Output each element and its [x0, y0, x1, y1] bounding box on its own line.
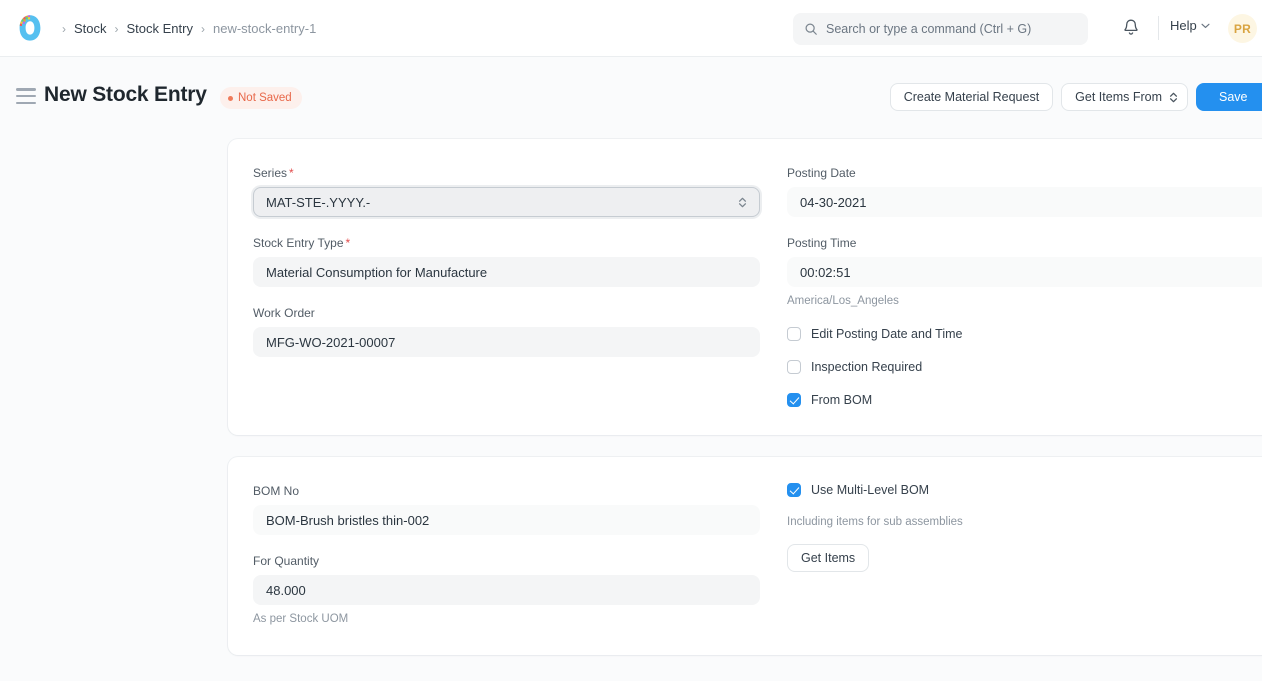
search-input[interactable] — [826, 22, 1076, 36]
field-posting-time: Posting Time 00:02:51 America/Los_Angele… — [787, 235, 1262, 309]
help-label: Help — [1170, 18, 1197, 33]
form-section-details: Series* MAT-STE-.YYYY.- — [228, 139, 1262, 435]
get-items-from-dropdown[interactable]: Get Items From — [1061, 83, 1188, 111]
global-search[interactable] — [793, 13, 1088, 45]
page-header: New Stock Entry Not Saved Create Materia… — [0, 57, 1262, 136]
chevron-updown-icon — [1169, 92, 1178, 103]
field-series: Series* MAT-STE-.YYYY.- — [253, 165, 760, 217]
bom-no-input[interactable]: BOM-Brush bristles thin-002 — [253, 505, 760, 535]
checkbox-label: From BOM — [811, 393, 872, 407]
field-for-quantity-label: For Quantity — [253, 553, 760, 569]
breadcrumb: › Stock › Stock Entry › new-stock-entry-… — [54, 0, 316, 57]
field-for-quantity: For Quantity 48.000 As per Stock UOM — [253, 553, 760, 627]
checkbox-box-icon — [787, 360, 801, 374]
field-posting-time-label: Posting Time — [787, 235, 1262, 251]
checkbox-from-bom[interactable]: From BOM — [787, 393, 1262, 407]
checkbox-edit-posting-date-and-time[interactable]: Edit Posting Date and Time — [787, 327, 1262, 341]
notifications-button[interactable] — [1120, 17, 1142, 39]
required-asterisk: * — [346, 236, 351, 250]
breadcrumb-separator-0: › — [54, 22, 74, 36]
for-quantity-value: 48.000 — [266, 583, 306, 598]
user-avatar[interactable]: PR — [1228, 14, 1257, 43]
status-dot-icon — [228, 96, 233, 101]
checkbox-label: Use Multi-Level BOM — [811, 483, 929, 497]
for-quantity-input[interactable]: 48.000 — [253, 575, 760, 605]
posting-time-value: 00:02:51 — [800, 265, 851, 280]
breadcrumb-item-current: new-stock-entry-1 — [213, 21, 316, 36]
form-area: Series* MAT-STE-.YYYY.- — [228, 139, 1262, 677]
section1-right-column: Posting Date 04-30-2021 Posting Time 00:… — [787, 165, 1262, 407]
section1-checkbox-group: Edit Posting Date and Time Inspection Re… — [787, 327, 1262, 407]
field-posting-date-label: Posting Date — [787, 165, 1262, 181]
checkbox-box-icon — [787, 327, 801, 341]
field-series-label: Series* — [253, 165, 760, 181]
breadcrumb-item-stock[interactable]: Stock — [74, 21, 107, 36]
work-order-value: MFG-WO-2021-00007 — [266, 335, 395, 350]
status-badge[interactable]: Not Saved — [220, 87, 302, 109]
status-badge-label: Not Saved — [238, 92, 292, 104]
field-bom-no: BOM No BOM-Brush bristles thin-002 — [253, 483, 760, 535]
breadcrumb-separator-2: › — [193, 22, 213, 36]
series-select[interactable]: MAT-STE-.YYYY.- — [253, 187, 760, 217]
for-quantity-description: As per Stock UOM — [253, 611, 760, 627]
form-section-bom: BOM No BOM-Brush bristles thin-002 For Q… — [228, 457, 1262, 655]
create-material-request-button[interactable]: Create Material Request — [890, 83, 1053, 111]
save-button[interactable]: Save — [1196, 83, 1262, 111]
breadcrumb-separator-1: › — [107, 22, 127, 36]
field-stock-entry-type-label: Stock Entry Type* — [253, 235, 760, 251]
section2-left-column: BOM No BOM-Brush bristles thin-002 For Q… — [253, 483, 760, 627]
section1-left-column: Series* MAT-STE-.YYYY.- — [253, 165, 760, 407]
help-menu-button[interactable]: Help — [1170, 18, 1210, 33]
checkbox-inspection-required[interactable]: Inspection Required — [787, 360, 1262, 374]
field-work-order-label: Work Order — [253, 305, 760, 321]
hamburger-icon[interactable] — [16, 88, 36, 104]
section2-right-column: Use Multi-Level BOM Including items for … — [787, 483, 1262, 627]
frappe-logo[interactable] — [16, 14, 44, 42]
get-items-button[interactable]: Get Items — [787, 544, 869, 572]
field-work-order: Work Order MFG-WO-2021-00007 — [253, 305, 760, 357]
posting-time-input[interactable]: 00:02:51 — [787, 257, 1262, 287]
stock-entry-type-input[interactable]: Material Consumption for Manufacture — [253, 257, 760, 287]
checkbox-label: Inspection Required — [811, 360, 922, 374]
field-posting-date: Posting Date 04-30-2021 — [787, 165, 1262, 217]
checkbox-checked-icon — [787, 483, 801, 497]
get-items-from-label: Get Items From — [1075, 90, 1162, 104]
search-icon — [804, 22, 818, 36]
posting-date-input[interactable]: 04-30-2021 — [787, 187, 1262, 217]
bom-no-value: BOM-Brush bristles thin-002 — [266, 513, 429, 528]
field-stock-entry-type: Stock Entry Type* Material Consumption f… — [253, 235, 760, 287]
posting-time-description: America/Los_Angeles — [787, 293, 1262, 309]
series-value: MAT-STE-.YYYY.- — [266, 195, 370, 210]
checkbox-use-multi-level-bom[interactable]: Use Multi-Level BOM — [787, 483, 1262, 497]
page-actions: Create Material Request Get Items From S… — [890, 83, 1262, 111]
checkbox-label: Edit Posting Date and Time — [811, 327, 962, 341]
breadcrumb-item-stock-entry[interactable]: Stock Entry — [127, 21, 193, 36]
page-title: New Stock Entry — [44, 83, 207, 107]
chevron-down-icon — [1201, 21, 1210, 31]
navbar-divider — [1158, 16, 1159, 40]
field-bom-no-label: BOM No — [253, 483, 760, 499]
chevron-updown-icon — [738, 197, 747, 208]
checkbox-checked-icon — [787, 393, 801, 407]
use-multi-level-bom-description: Including items for sub assemblies — [787, 516, 1262, 528]
page-body: New Stock Entry Not Saved Create Materia… — [0, 57, 1262, 681]
required-asterisk: * — [289, 166, 294, 180]
stock-entry-type-value: Material Consumption for Manufacture — [266, 265, 487, 280]
work-order-input[interactable]: MFG-WO-2021-00007 — [253, 327, 760, 357]
posting-date-value: 04-30-2021 — [800, 195, 867, 210]
top-navbar: › Stock › Stock Entry › new-stock-entry-… — [0, 0, 1262, 57]
